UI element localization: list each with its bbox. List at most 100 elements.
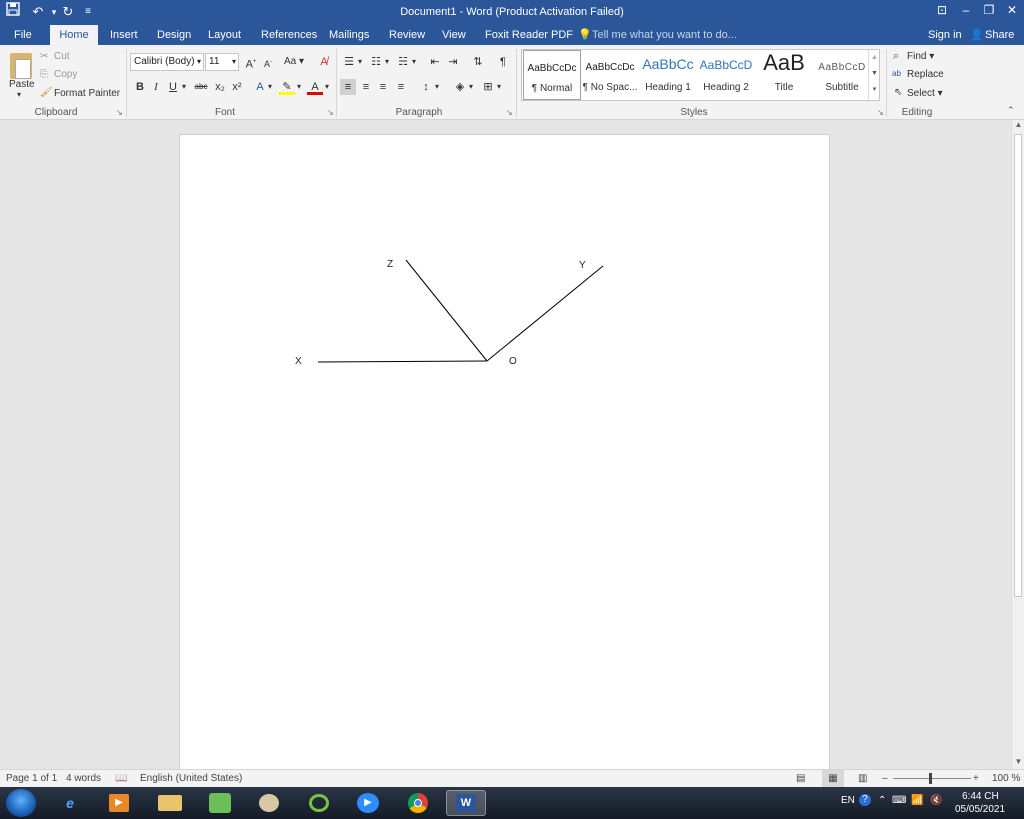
text-effects-dropdown-icon[interactable]: ▾	[268, 82, 272, 91]
tab-view[interactable]: View	[440, 25, 468, 45]
paint-icon[interactable]	[249, 790, 289, 816]
underline-button[interactable]: U	[165, 79, 181, 95]
game-app-icon[interactable]	[200, 790, 240, 816]
share-button[interactable]: Share	[985, 25, 1014, 45]
zoom-slider-thumb[interactable]	[929, 773, 932, 784]
tell-me-box[interactable]: Tell me what you want to do...	[592, 25, 737, 45]
tab-foxit-reader-pdf[interactable]: Foxit Reader PDF	[483, 25, 575, 45]
numbering-icon[interactable]: ☷	[368, 54, 384, 70]
clock-time[interactable]: 6:44 CH	[962, 791, 999, 802]
line-spacing-dropdown-icon[interactable]: ▾	[435, 82, 439, 91]
font-color-dropdown-icon[interactable]: ▾	[325, 82, 329, 91]
start-button-icon[interactable]	[6, 789, 36, 817]
scroll-down-icon[interactable]: ▼	[1012, 757, 1024, 769]
font-size-dropdown-icon[interactable]: ▾	[232, 54, 236, 70]
multilevel-list-icon[interactable]: ☵	[395, 54, 411, 70]
tray-arrow-icon[interactable]: ⌃	[878, 795, 886, 806]
web-layout-icon[interactable]: ▥	[858, 773, 867, 784]
shading-icon[interactable]: ◈	[452, 79, 468, 95]
highlight-icon[interactable]: ✎	[279, 79, 295, 95]
underline-dropdown-icon[interactable]: ▾	[182, 82, 186, 91]
proofing-icon[interactable]: 📖	[115, 773, 127, 784]
font-name-dropdown-icon[interactable]: ▾	[197, 54, 201, 70]
grow-font-icon[interactable]: A+	[243, 54, 259, 71]
ray-oz[interactable]	[405, 259, 488, 362]
ray-oy[interactable]	[486, 265, 604, 362]
shrink-font-icon[interactable]: A-	[260, 54, 276, 70]
line-spacing-icon[interactable]: ↕	[418, 79, 434, 95]
tab-design[interactable]: Design	[155, 25, 193, 45]
sort-icon[interactable]: ⇅	[470, 54, 486, 70]
ribbon-display-icon[interactable]: ⊡	[930, 0, 954, 22]
increase-indent-icon[interactable]: ⇥	[445, 54, 461, 70]
style-normal[interactable]: AaBbCcDc ¶ Normal	[523, 50, 581, 100]
decrease-indent-icon[interactable]: ⇤	[427, 54, 443, 70]
style-heading-2[interactable]: AaBbCcD Heading 2	[697, 50, 755, 100]
internet-explorer-icon[interactable]: e	[50, 790, 90, 816]
style-no-spacing[interactable]: AaBbCcDc ¶ No Spac...	[581, 50, 639, 100]
volume-icon[interactable]: 🔇	[930, 795, 942, 806]
select-button[interactable]: Select ▾	[907, 88, 943, 99]
styles-more-icon[interactable]: ▾	[869, 82, 880, 98]
paste-icon[interactable]	[10, 53, 32, 79]
font-size-combo[interactable]: 11 ▾	[205, 53, 239, 71]
font-launcher-icon[interactable]: ↘	[327, 108, 334, 117]
zoom-level[interactable]: 100 %	[992, 773, 1020, 784]
align-right-icon[interactable]: ≡	[375, 79, 391, 95]
font-name-combo[interactable]: Calibri (Body) ▾	[130, 53, 204, 71]
sign-in-link[interactable]: Sign in	[928, 25, 962, 45]
print-layout-icon[interactable]: ▦	[822, 770, 844, 787]
superscript-button[interactable]: x²	[229, 79, 245, 95]
styles-down-icon[interactable]: ▼	[869, 66, 880, 82]
font-color-icon[interactable]: A	[307, 79, 323, 95]
clipboard-launcher-icon[interactable]: ↘	[116, 108, 123, 117]
tab-insert[interactable]: Insert	[108, 25, 140, 45]
ray-ox[interactable]	[317, 360, 488, 363]
highlight-dropdown-icon[interactable]: ▾	[297, 82, 301, 91]
shading-dropdown-icon[interactable]: ▾	[469, 82, 473, 91]
show-hide-icon[interactable]: ¶	[495, 54, 511, 70]
zoom-out-icon[interactable]: –	[882, 773, 888, 784]
copy-button[interactable]: Copy	[54, 69, 77, 80]
align-center-icon[interactable]: ≡	[358, 79, 374, 95]
close-icon[interactable]: ✕	[1000, 0, 1024, 22]
file-explorer-icon[interactable]	[150, 790, 190, 816]
word-count[interactable]: 4 words	[66, 773, 101, 784]
bullets-icon[interactable]: ☰	[341, 54, 357, 70]
tab-file[interactable]: File	[12, 25, 34, 45]
document-page[interactable]: Z Y X O	[179, 134, 830, 774]
style-title[interactable]: AaB Title	[755, 50, 813, 100]
italic-button[interactable]: I	[148, 79, 164, 95]
green-app-icon[interactable]	[299, 790, 339, 816]
text-effects-icon[interactable]: A	[252, 79, 268, 95]
clock-date[interactable]: 05/05/2021	[955, 804, 1005, 815]
bold-button[interactable]: B	[132, 79, 148, 95]
zoom-app-icon[interactable]: ▶	[348, 790, 388, 816]
paste-button[interactable]: Paste	[9, 79, 35, 90]
minimize-icon[interactable]: –	[954, 0, 978, 22]
read-mode-icon[interactable]: ▤	[796, 773, 805, 784]
replace-button[interactable]: Replace	[907, 69, 944, 80]
tab-layout[interactable]: Layout	[206, 25, 243, 45]
numbering-dropdown-icon[interactable]: ▾	[385, 57, 389, 66]
styles-launcher-icon[interactable]: ↘	[877, 108, 884, 117]
language-tray[interactable]: EN	[841, 795, 855, 806]
tab-references[interactable]: References	[259, 25, 319, 45]
change-case-button[interactable]: Aa ▾	[284, 56, 304, 67]
format-painter-button[interactable]: Format Painter	[54, 88, 120, 99]
subscript-button[interactable]: x₂	[212, 79, 228, 95]
tab-mailings[interactable]: Mailings	[327, 25, 371, 45]
word-taskbar-icon[interactable]: W	[446, 790, 486, 816]
style-subtitle[interactable]: AaBbCcD Subtitle	[813, 50, 871, 100]
multilevel-dropdown-icon[interactable]: ▾	[412, 57, 416, 66]
help-icon[interactable]: ?	[859, 794, 871, 806]
chrome-icon[interactable]	[398, 790, 438, 816]
bullets-dropdown-icon[interactable]: ▾	[358, 57, 362, 66]
network-icon[interactable]: 📶	[911, 795, 923, 806]
page-count[interactable]: Page 1 of 1	[6, 773, 57, 784]
media-player-icon[interactable]: ▶	[99, 790, 139, 816]
vertical-scrollbar[interactable]: ▲ ▼	[1011, 120, 1024, 769]
styles-up-icon[interactable]: ▲	[869, 50, 880, 66]
restore-icon[interactable]: ❐	[977, 0, 1001, 22]
borders-dropdown-icon[interactable]: ▾	[497, 82, 501, 91]
